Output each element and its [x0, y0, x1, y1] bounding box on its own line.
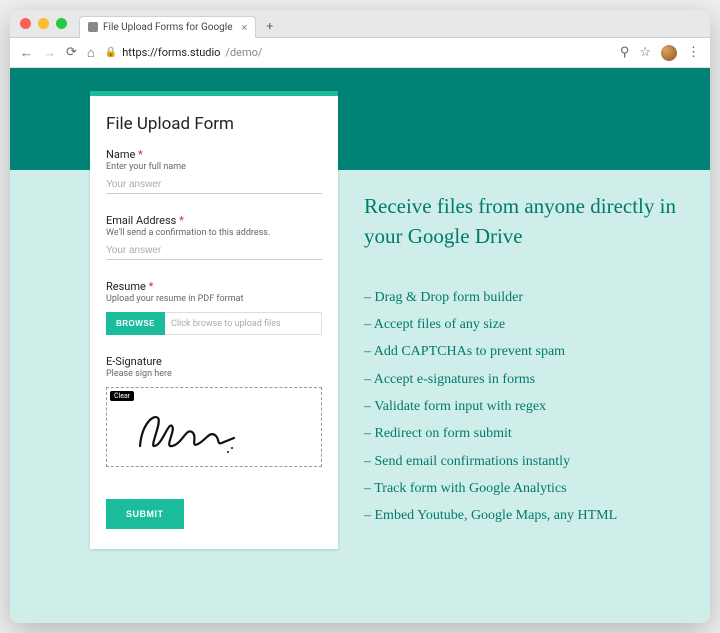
feature-item: Validate form input with regex — [364, 393, 686, 420]
close-tab-icon[interactable]: × — [242, 21, 248, 34]
name-label: Name * — [106, 148, 322, 161]
browser-tab[interactable]: File Upload Forms for Google × — [79, 16, 256, 38]
name-input[interactable] — [106, 174, 322, 194]
signature-pad[interactable]: Clear — [106, 387, 322, 467]
profile-avatar[interactable] — [661, 45, 677, 61]
signature-label: E-Signature — [106, 355, 322, 368]
resume-field: Resume * Upload your resume in PDF forma… — [106, 280, 322, 335]
email-field: Email Address * We'll send a confirmatio… — [106, 214, 322, 260]
clear-signature-button[interactable]: Clear — [110, 391, 134, 401]
minimize-window-button[interactable] — [38, 18, 49, 29]
content-row: File Upload Form Name * Enter your full … — [10, 91, 710, 549]
search-icon[interactable]: ⚲ — [620, 45, 630, 60]
menu-icon[interactable]: ⋮ — [687, 45, 700, 60]
signature-drawing — [132, 408, 242, 458]
url-host: https://forms.studio — [122, 46, 220, 59]
back-icon[interactable]: ← — [20, 45, 33, 61]
star-icon[interactable]: ☆ — [639, 45, 651, 60]
home-icon[interactable]: ⌂ — [87, 45, 95, 61]
tab-title: File Upload Forms for Google — [103, 22, 233, 33]
email-input[interactable] — [106, 240, 322, 260]
feature-item: Accept e-signatures in forms — [364, 366, 686, 393]
address-bar[interactable]: 🔒 https://forms.studio/demo/ — [105, 46, 610, 59]
feature-item: Embed Youtube, Google Maps, any HTML — [364, 502, 686, 529]
resume-hint: Upload your resume in PDF format — [106, 294, 322, 304]
browse-button[interactable]: BROWSE — [106, 312, 165, 335]
name-hint: Enter your full name — [106, 162, 322, 172]
resume-label: Resume * — [106, 280, 322, 293]
reload-icon[interactable]: ⟳ — [66, 45, 77, 60]
feature-list: Drag & Drop form builder Accept files of… — [364, 284, 686, 530]
form-card: File Upload Form Name * Enter your full … — [90, 91, 338, 549]
marketing-headline: Receive files from anyone directly in yo… — [364, 191, 686, 252]
page-viewport: File Upload Form Name * Enter your full … — [10, 68, 710, 623]
feature-item: Drag & Drop form builder — [364, 284, 686, 311]
browser-window: File Upload Forms for Google × + ← → ⟳ ⌂… — [10, 10, 710, 623]
email-hint: We'll send a confirmation to this addres… — [106, 228, 322, 238]
lock-icon: 🔒 — [105, 47, 117, 58]
tab-favicon — [88, 22, 98, 32]
name-field: Name * Enter your full name — [106, 148, 322, 194]
feature-item: Accept files of any size — [364, 311, 686, 338]
toolbar-right: ⚲ ☆ ⋮ — [620, 45, 700, 61]
browse-placeholder[interactable]: Click browse to upload files — [165, 312, 322, 335]
maximize-window-button[interactable] — [56, 18, 67, 29]
window-controls — [20, 18, 67, 29]
url-path: /demo/ — [225, 46, 262, 59]
feature-item: Redirect on form submit — [364, 420, 686, 447]
new-tab-button[interactable]: + — [262, 19, 277, 33]
marketing-panel: Receive files from anyone directly in yo… — [364, 91, 686, 549]
email-label: Email Address * — [106, 214, 322, 227]
feature-item: Add CAPTCHAs to prevent spam — [364, 338, 686, 365]
browse-row: BROWSE Click browse to upload files — [106, 312, 322, 335]
form-title: File Upload Form — [106, 114, 322, 134]
forward-icon[interactable]: → — [43, 45, 56, 61]
submit-button[interactable]: SUBMIT — [106, 499, 184, 529]
browser-toolbar: ← → ⟳ ⌂ 🔒 https://forms.studio/demo/ ⚲ ☆… — [10, 38, 710, 68]
feature-item: Track form with Google Analytics — [364, 475, 686, 502]
signature-hint: Please sign here — [106, 369, 322, 379]
feature-item: Send email confirmations instantly — [364, 448, 686, 475]
close-window-button[interactable] — [20, 18, 31, 29]
title-bar: File Upload Forms for Google × + — [10, 10, 710, 38]
signature-field: E-Signature Please sign here Clear — [106, 355, 322, 467]
